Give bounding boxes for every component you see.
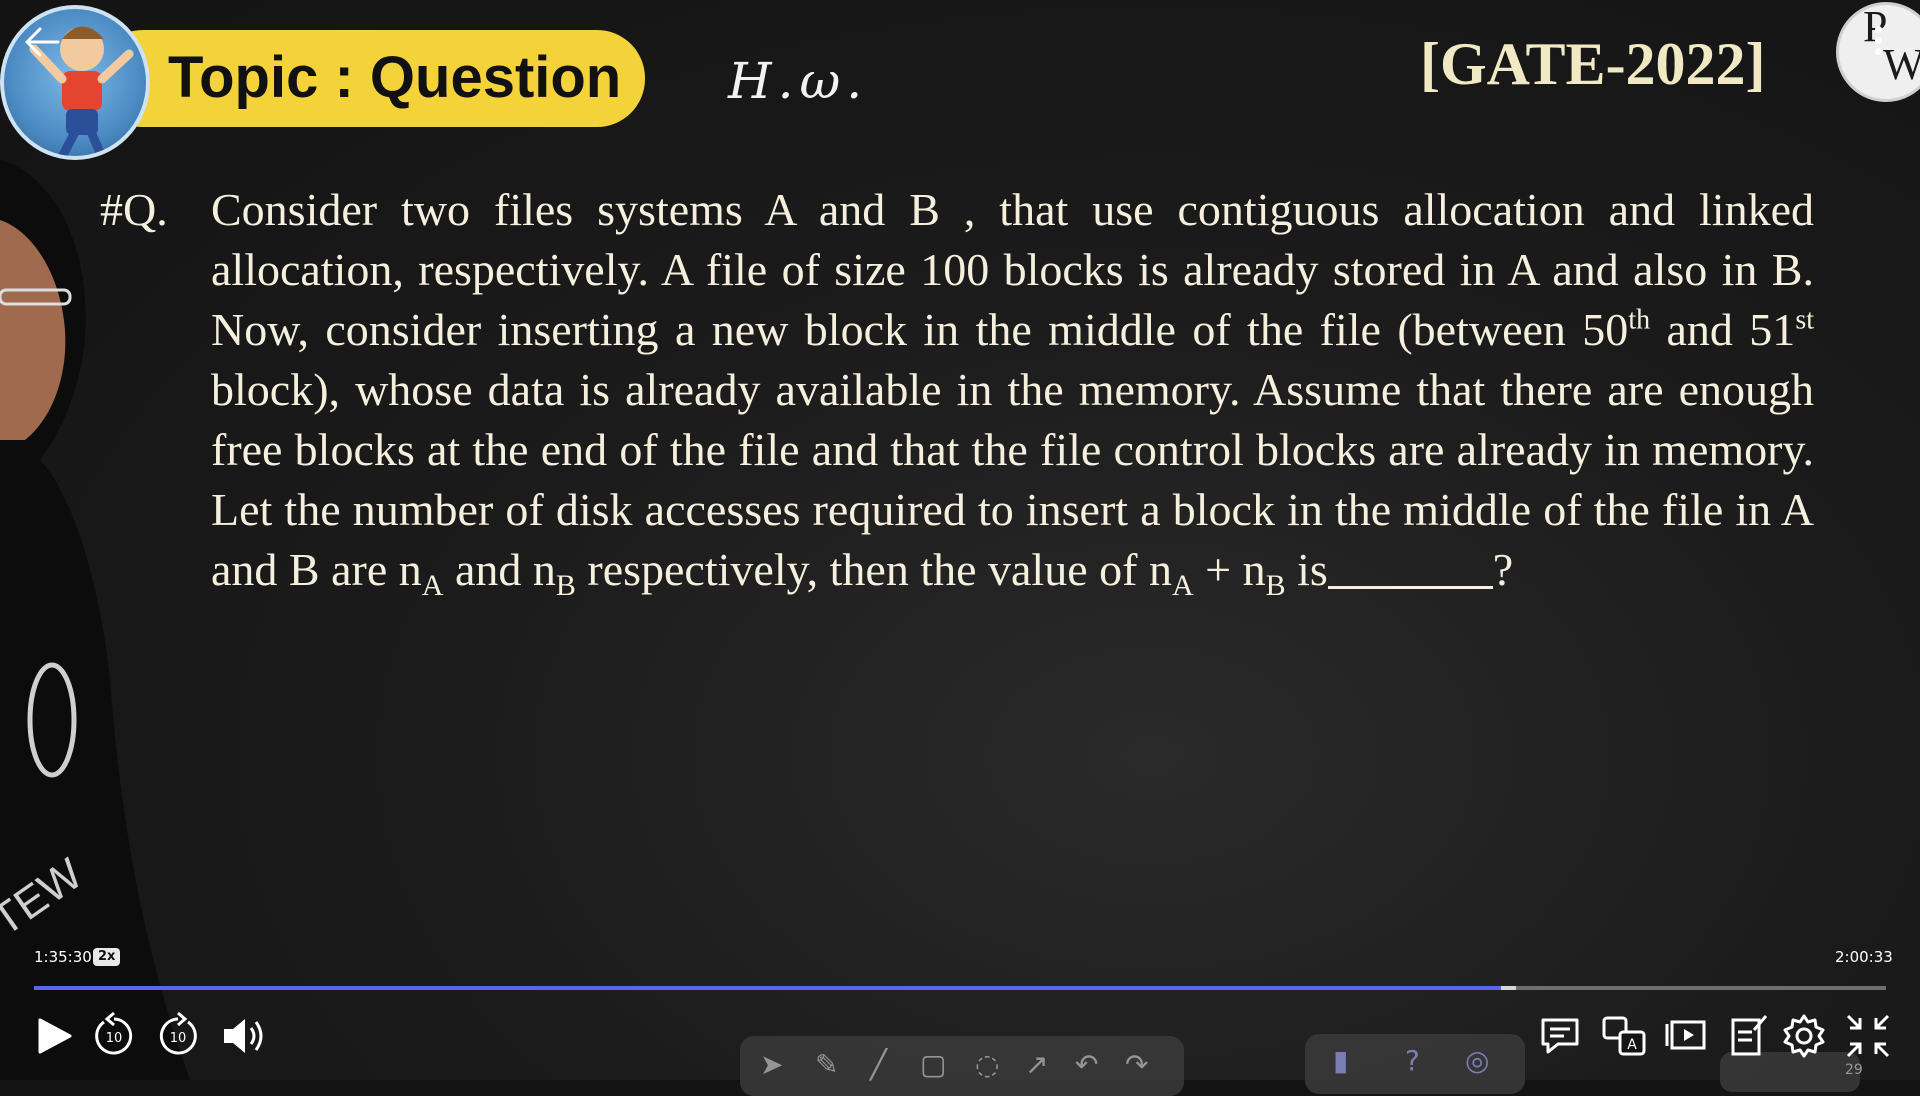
annotation-toolbar: ➤ ✎ ╱ ▢ ◌ ↗ ↶ ↷ xyxy=(740,1036,1184,1096)
play-icon[interactable] xyxy=(28,1010,80,1062)
svg-text:A: A xyxy=(1627,1037,1637,1053)
exam-tag: [GATE-2022] xyxy=(1420,31,1766,97)
superscript-st: st xyxy=(1795,304,1814,336)
page-number: 29 xyxy=(1845,1062,1863,1078)
subscript-b: B xyxy=(555,569,576,603)
question-text-part: and n xyxy=(443,544,556,595)
translate-icon[interactable]: A xyxy=(1598,1010,1650,1062)
question-text-part: ? xyxy=(1492,544,1514,595)
total-duration: 2:00:33 xyxy=(1835,948,1893,966)
rewind-10-icon[interactable]: 10 xyxy=(88,1010,140,1062)
chat-icon[interactable] xyxy=(1534,1010,1586,1062)
subscript-a: A xyxy=(1171,569,1194,603)
question-text: Consider two files systems A and B , tha… xyxy=(211,180,1814,603)
subscript-b: B xyxy=(1265,569,1286,603)
pen-tool-icon: ╱ xyxy=(870,1048,887,1081)
poll-icon: ▮ xyxy=(1333,1044,1349,1077)
video-frame[interactable]: TEW Topic : Question H.ω. [GATE-2022] P … xyxy=(0,0,1920,1096)
question-text-part: is xyxy=(1285,544,1328,595)
question-text-part: respectively, then the value of n xyxy=(575,544,1172,595)
notes-icon[interactable] xyxy=(1722,1010,1774,1062)
redo-icon: ↷ xyxy=(1125,1048,1149,1081)
back-arrow-icon[interactable] xyxy=(22,22,62,62)
question-text-part: and 51 xyxy=(1650,304,1796,355)
forward-seconds: 10 xyxy=(170,1031,187,1046)
superscript-th: th xyxy=(1628,304,1651,336)
settings-icon[interactable] xyxy=(1778,1010,1830,1062)
question-text-part: Consider two files systems A and B , tha… xyxy=(211,184,1814,355)
topic-label: Topic : Question xyxy=(168,45,622,110)
playback-speed-badge[interactable]: 2x xyxy=(93,948,121,966)
question-marker: #Q. xyxy=(100,184,168,235)
arrow-tool-icon: ↗ xyxy=(1025,1048,1049,1081)
question-text-part: + n xyxy=(1193,544,1266,595)
undo-icon: ↶ xyxy=(1075,1048,1099,1081)
subscript-a: A xyxy=(421,569,444,603)
eraser-tool-icon: ◌ xyxy=(975,1048,1000,1081)
cursor-tool-icon: ➤ xyxy=(760,1048,784,1081)
kebab-menu-icon[interactable] xyxy=(1870,22,1886,68)
exit-fullscreen-icon[interactable] xyxy=(1842,1010,1894,1062)
logo-letter-w: W xyxy=(1883,39,1920,90)
forward-10-icon[interactable]: 10 xyxy=(152,1010,204,1062)
presenter-figure: TEW xyxy=(0,160,190,1080)
handwritten-note: H.ω. xyxy=(728,52,869,110)
current-time: 1:35:30 xyxy=(34,948,92,966)
answer-blank xyxy=(1327,540,1493,589)
shape-tool-icon: ▢ xyxy=(920,1048,947,1081)
poll-toolbar: ▮ ? ◎ xyxy=(1305,1034,1525,1094)
volume-icon[interactable] xyxy=(216,1010,268,1062)
played-segment xyxy=(34,986,1501,990)
question-icon: ? xyxy=(1405,1044,1420,1077)
seek-bar[interactable] xyxy=(34,986,1886,990)
buffered-segment xyxy=(1500,986,1516,990)
slides-icon[interactable] xyxy=(1662,1010,1714,1062)
rewind-seconds: 10 xyxy=(106,1031,123,1046)
highlighter-tool-icon: ✎ xyxy=(815,1048,839,1081)
record-icon: ◎ xyxy=(1465,1044,1490,1077)
